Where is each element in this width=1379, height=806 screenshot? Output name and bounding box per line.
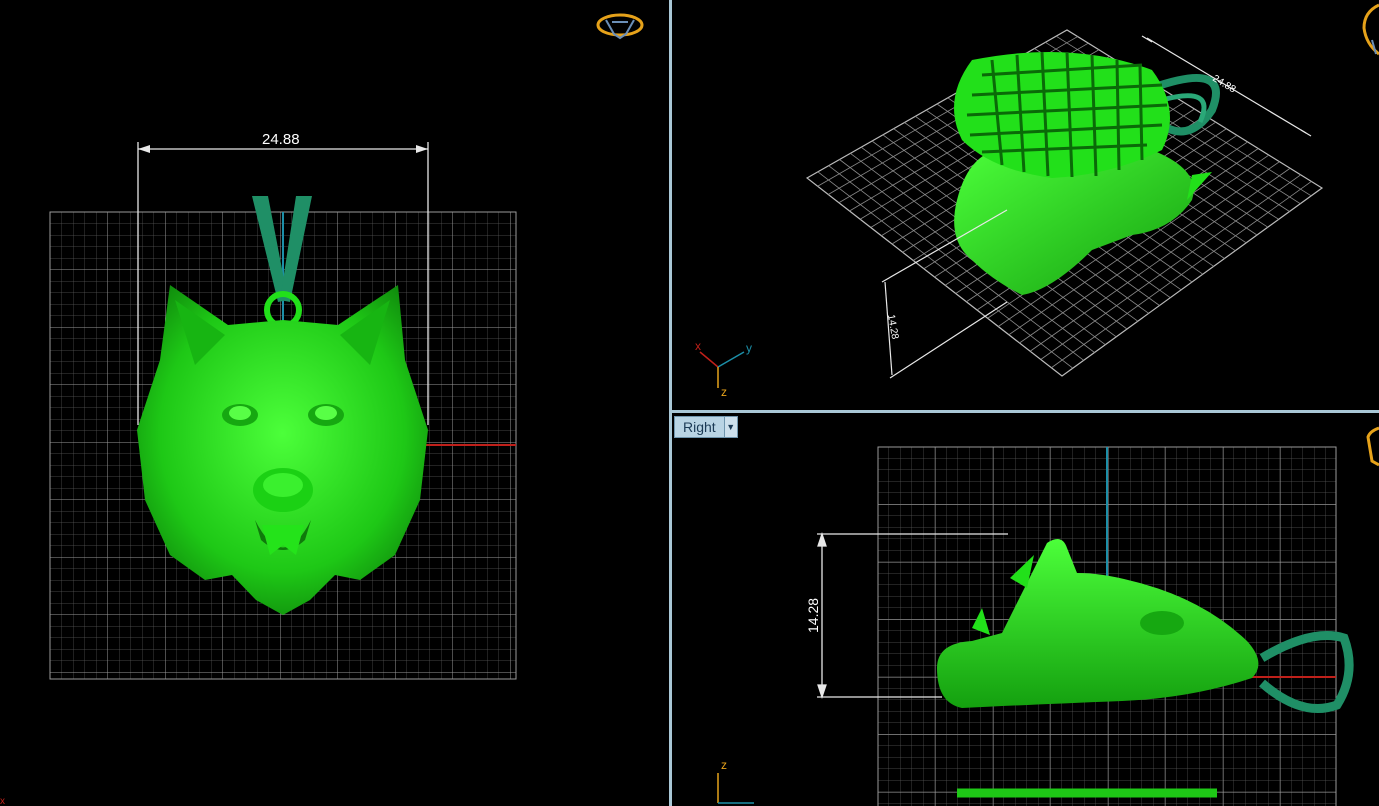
- view-name-dropdown[interactable]: Right ▼: [674, 416, 738, 438]
- view-cube-icon[interactable]: [596, 13, 644, 40]
- perspective-view-canvas: 24.88 14.28 x y z: [695, 3, 1379, 399]
- view-name-label: Right: [683, 419, 716, 435]
- perspective-wolf-model: [954, 51, 1212, 295]
- viewport-front[interactable]: x 24.88: [0, 0, 669, 806]
- corner-axis-mark: x: [0, 796, 5, 806]
- view-cube-icon[interactable]: [1366, 426, 1379, 467]
- axis-x-label: x: [695, 339, 701, 353]
- persp-height-label: 14.28: [885, 314, 900, 341]
- viewport-right[interactable]: 14.28 z Right ▼: [672, 413, 1379, 806]
- right-axis-z-label: z: [721, 758, 727, 772]
- viewport-divider-horizontal[interactable]: [672, 410, 1379, 413]
- right-axis-indicator: [717, 773, 754, 804]
- front-dimension-label: 24.88: [262, 131, 300, 148]
- axis-triad: [699, 351, 745, 388]
- view-cube-icon[interactable]: [1362, 3, 1379, 56]
- viewport-perspective[interactable]: 24.88 14.28 x y z: [672, 0, 1379, 410]
- right-view-canvas: 14.28 z: [717, 426, 1379, 806]
- right-height-label: 14.28: [805, 598, 821, 633]
- axis-y-label: y: [746, 341, 752, 355]
- axis-z-label: z: [721, 385, 727, 399]
- dropdown-arrow-icon[interactable]: ▼: [723, 417, 737, 437]
- viewport-divider-vertical[interactable]: [669, 0, 672, 806]
- front-view-canvas: x: [0, 13, 644, 806]
